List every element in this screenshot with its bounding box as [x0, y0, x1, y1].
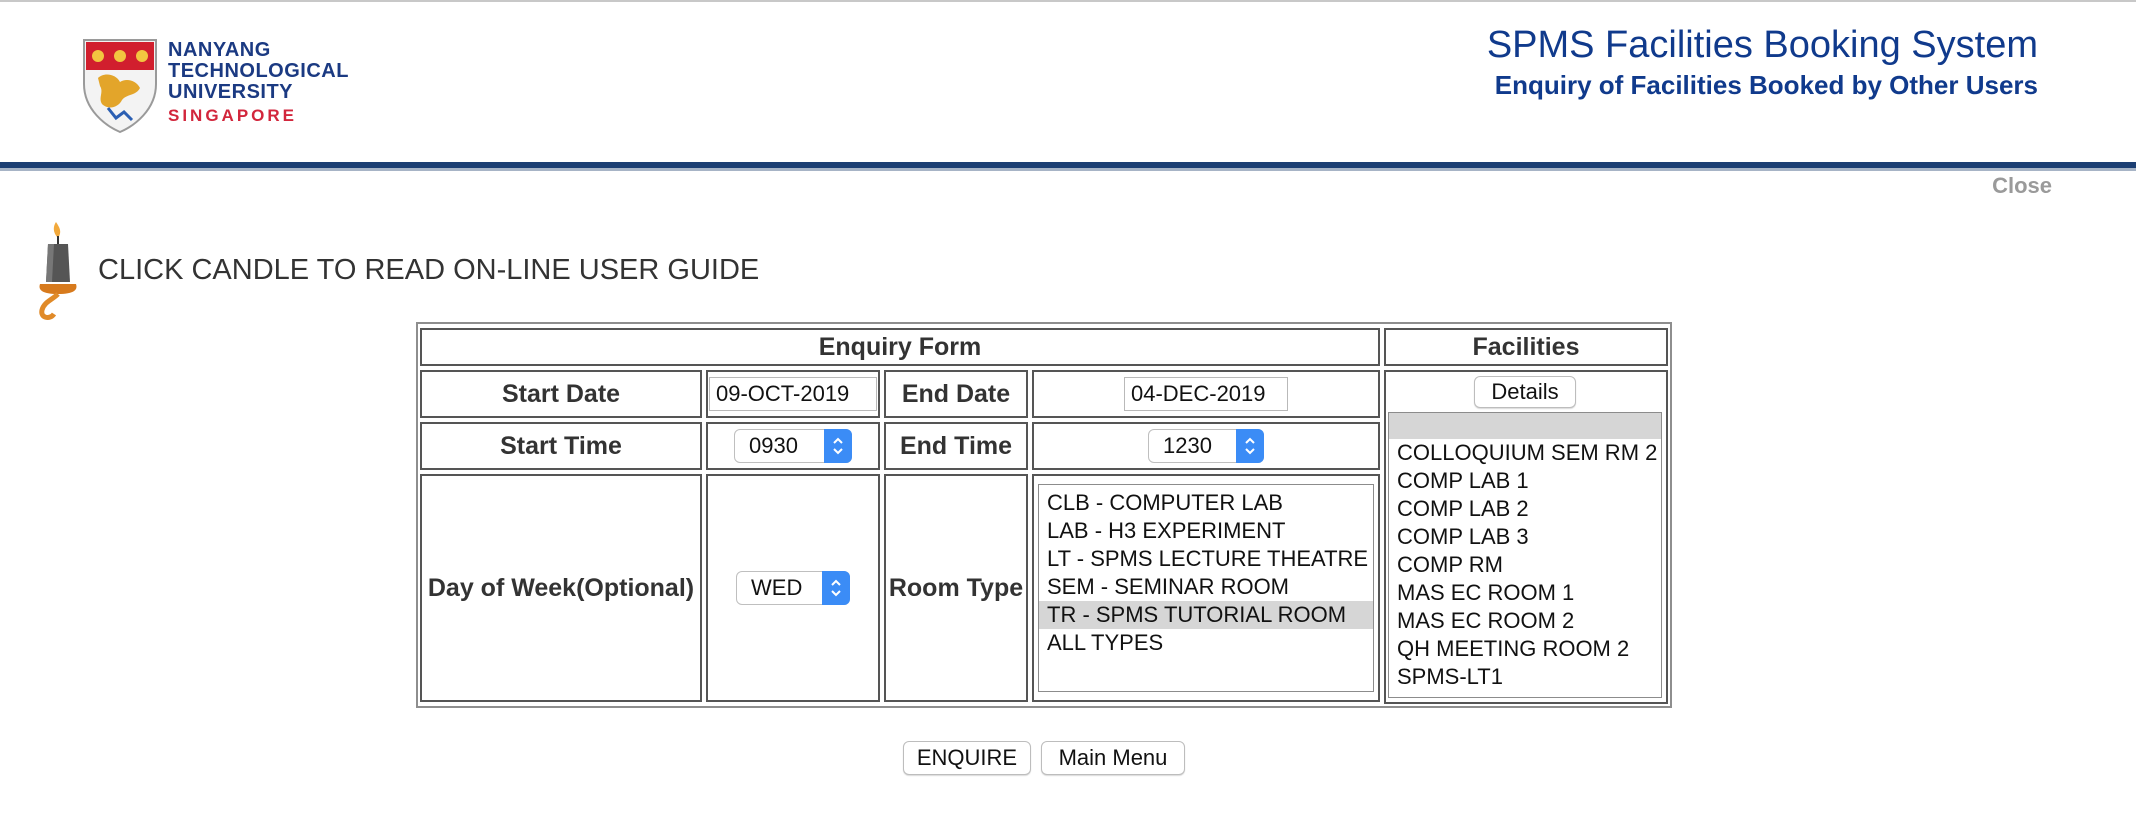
room-type-cell: CLB - COMPUTER LAB LAB - H3 EXPERIMENT L…: [1032, 474, 1380, 702]
room-type-option-selected[interactable]: TR - SPMS TUTORIAL ROOM: [1039, 601, 1373, 629]
facilities-header: Facilities: [1384, 328, 1668, 366]
room-type-option[interactable]: CLB - COMPUTER LAB: [1039, 489, 1373, 517]
day-of-week-select[interactable]: WED: [736, 571, 850, 605]
logo-wordmark: NANYANG TECHNOLOGICAL UNIVERSITY SINGAPO…: [168, 40, 349, 126]
close-link[interactable]: Close: [1992, 173, 2052, 199]
facility-option[interactable]: COMP LAB 2: [1389, 495, 1661, 523]
facility-option[interactable]: COLLOQUIUM SEM RM 2: [1389, 439, 1661, 467]
enquire-button[interactable]: ENQUIRE: [903, 741, 1031, 775]
details-button[interactable]: Details: [1474, 376, 1576, 408]
room-type-option[interactable]: LT - SPMS LECTURE THEATRE: [1039, 545, 1373, 573]
enquiry-form-header: Enquiry Form: [420, 328, 1380, 366]
logo-line-1: NANYANG: [168, 39, 271, 61]
end-date-label: End Date: [884, 370, 1028, 418]
end-time-select[interactable]: 1230: [1148, 429, 1264, 463]
facility-option[interactable]: SPMS-LT1: [1389, 663, 1661, 691]
room-type-option[interactable]: ALL TYPES: [1039, 629, 1373, 657]
room-type-label: Room Type: [884, 474, 1028, 702]
ntu-crest-icon: [83, 39, 157, 134]
start-time-value: 0930: [749, 433, 798, 458]
day-of-week-cell: WED: [706, 474, 880, 702]
enquiry-form-table: Enquiry Form Facilities Start Date End D…: [416, 322, 1672, 708]
select-arrows-icon: [1236, 429, 1264, 463]
facility-option[interactable]: COMP LAB 1: [1389, 467, 1661, 495]
facility-option-selected[interactable]: [1389, 413, 1661, 439]
room-type-option[interactable]: SEM - SEMINAR ROOM: [1039, 573, 1373, 601]
main-menu-button[interactable]: Main Menu: [1041, 741, 1185, 775]
logo-line-3: UNIVERSITY: [168, 81, 294, 103]
end-time-cell: 1230: [1032, 422, 1380, 470]
page-header: NANYANG TECHNOLOGICAL UNIVERSITY SINGAPO…: [0, 2, 2136, 162]
candle-icon[interactable]: [32, 220, 86, 324]
room-type-listbox[interactable]: CLB - COMPUTER LAB LAB - H3 EXPERIMENT L…: [1038, 484, 1374, 692]
start-time-cell: 0930: [706, 422, 880, 470]
select-arrows-icon: [824, 429, 852, 463]
day-of-week-label: Day of Week(Optional): [420, 474, 702, 702]
start-time-label: Start Time: [420, 422, 702, 470]
facility-option[interactable]: QH MEETING ROOM 2: [1389, 635, 1661, 663]
header-divider-shadow: [0, 168, 2136, 171]
facilities-listbox[interactable]: COLLOQUIUM SEM RM 2 COMP LAB 1 COMP LAB …: [1388, 412, 1662, 698]
start-date-cell: [706, 370, 880, 418]
end-date-field[interactable]: [1124, 377, 1288, 411]
start-time-select[interactable]: 0930: [734, 429, 852, 463]
user-guide-text: CLICK CANDLE TO READ ON-LINE USER GUIDE: [98, 254, 760, 286]
ntu-logo: NANYANG TECHNOLOGICAL UNIVERSITY SINGAPO…: [82, 38, 352, 134]
end-time-value: 1230: [1163, 433, 1212, 458]
facility-option[interactable]: MAS EC ROOM 1: [1389, 579, 1661, 607]
end-time-label: End Time: [884, 422, 1028, 470]
end-date-cell: [1032, 370, 1380, 418]
select-arrows-icon: [822, 571, 850, 605]
logo-singapore: SINGAPORE: [168, 106, 298, 125]
system-title: SPMS Facilities Booking System: [1486, 24, 2038, 66]
start-date-label: Start Date: [420, 370, 702, 418]
facility-option[interactable]: COMP LAB 3: [1389, 523, 1661, 551]
start-date-field[interactable]: [709, 377, 877, 411]
facilities-cell: Details COLLOQUIUM SEM RM 2 COMP LAB 1 C…: [1384, 370, 1668, 704]
facility-option[interactable]: MAS EC ROOM 2: [1389, 607, 1661, 635]
page-subtitle: Enquiry of Facilities Booked by Other Us…: [1494, 70, 2038, 100]
day-of-week-value: WED: [751, 575, 803, 600]
logo-line-2: TECHNOLOGICAL: [168, 60, 349, 82]
facility-option[interactable]: COMP RM: [1389, 551, 1661, 579]
room-type-option[interactable]: LAB - H3 EXPERIMENT: [1039, 517, 1373, 545]
